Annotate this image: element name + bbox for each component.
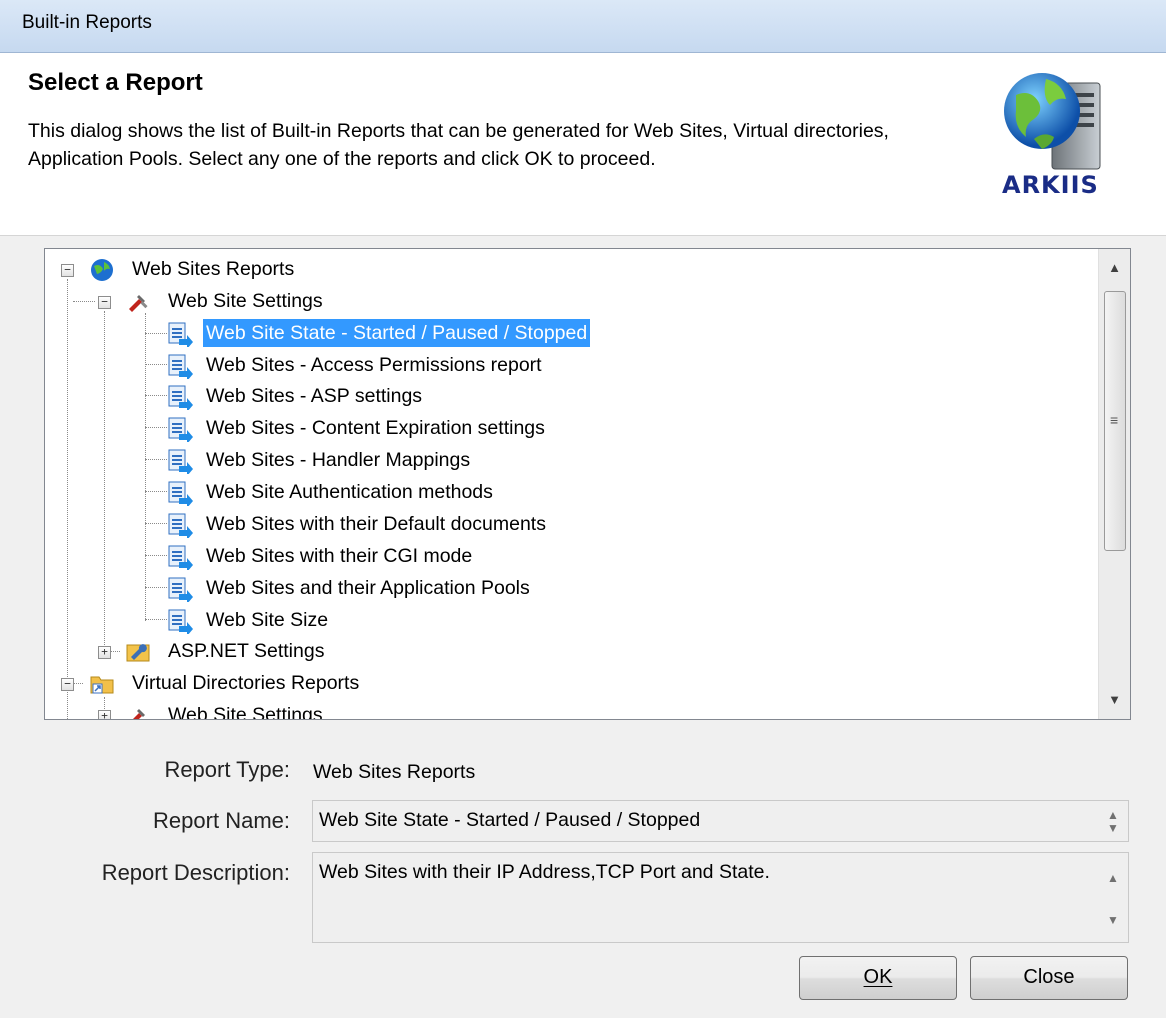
- tree-item-access-permissions[interactable]: Web Sites - Access Permissions report: [45, 351, 745, 381]
- report-type-label: Report Type:: [164, 757, 290, 782]
- report-icon: [167, 353, 193, 381]
- tree-node-label: Web Sites Reports: [132, 258, 295, 280]
- ok-button[interactable]: OK: [799, 956, 957, 1000]
- title-bar[interactable]: Built-in Reports: [0, 0, 1166, 53]
- name-field-scrollbar[interactable]: ▲ ▼: [1098, 801, 1128, 841]
- arkiis-logo: ARKIIS: [994, 65, 1124, 225]
- tree-node-vdir-web-site-settings[interactable]: + Web Site Settings: [45, 701, 445, 719]
- page-title: Select a Report: [28, 69, 203, 96]
- report-icon: [167, 448, 193, 476]
- report-description-value: Web Sites with their IP Address,TCP Port…: [319, 861, 770, 883]
- reports-tree[interactable]: − Web Sites Reports − Web Site Settings …: [44, 248, 1131, 720]
- report-icon: [167, 576, 193, 604]
- scroll-up-icon[interactable]: ▲: [1099, 253, 1130, 283]
- tree-node-aspnet-settings[interactable]: + ASP.NET Settings: [45, 637, 445, 667]
- scroll-thumb[interactable]: ≡: [1104, 291, 1126, 551]
- report-icon: [167, 384, 193, 412]
- logo-text: ARKIIS: [1002, 171, 1099, 199]
- window-title: Built-in Reports: [22, 12, 152, 33]
- dialog-header: Select a Report This dialog shows the li…: [0, 53, 1166, 236]
- tree-item-label: Web Sites - ASP settings: [206, 385, 423, 407]
- description-field-scrollbar[interactable]: ▲ ▼: [1098, 853, 1128, 942]
- tree-item-content-expiration[interactable]: Web Sites - Content Expiration settings: [45, 414, 745, 444]
- tools-icon: [125, 703, 151, 719]
- tree-node-web-sites-reports[interactable]: − Web Sites Reports: [45, 255, 445, 285]
- tree-item-label: Web Sites and their Application Pools: [206, 577, 530, 599]
- grip-icon: ≡: [1110, 412, 1119, 428]
- tree-item-web-site-size[interactable]: Web Site Size: [45, 606, 745, 636]
- close-button[interactable]: Close: [970, 956, 1128, 1000]
- tree-item-application-pools[interactable]: Web Sites and their Application Pools: [45, 574, 745, 604]
- built-in-reports-dialog: Built-in Reports Select a Report This di…: [0, 0, 1166, 1018]
- tree-item-default-documents[interactable]: Web Sites with their Default documents: [45, 510, 745, 540]
- folder-shortcut-icon: [89, 671, 115, 697]
- tree-item-label: Web Site Authentication methods: [206, 481, 493, 503]
- report-icon: [167, 321, 193, 349]
- tree-node-label: Web Site Settings: [168, 290, 323, 312]
- tree-node-virtual-directories-reports[interactable]: − Virtual Directories Reports: [45, 669, 465, 699]
- report-description-field[interactable]: Web Sites with their IP Address,TCP Port…: [312, 852, 1129, 943]
- report-description-label: Report Description:: [101, 860, 290, 885]
- tools-icon: [125, 289, 151, 315]
- dialog-description: This dialog shows the list of Built-in R…: [28, 120, 889, 170]
- globe-icon: [89, 257, 115, 283]
- tree-node-label: Virtual Directories Reports: [132, 672, 360, 694]
- report-name-label: Report Name:: [153, 808, 290, 833]
- scroll-down-icon[interactable]: ▼: [1098, 821, 1128, 835]
- scroll-down-icon[interactable]: ▼: [1098, 913, 1128, 927]
- report-icon: [167, 416, 193, 444]
- tree-item-label: Web Sites with their Default documents: [206, 513, 546, 535]
- tree-item-label: Web Site State - Started / Paused / Stop…: [203, 319, 591, 347]
- tree-node-web-site-settings[interactable]: − Web Site Settings: [45, 287, 445, 317]
- tree-node-label: Web Site Settings: [168, 704, 323, 719]
- tree-scrollbar[interactable]: ▲ ≡ ▼: [1098, 249, 1130, 719]
- tree-item-label: Web Sites - Access Permissions report: [206, 354, 542, 376]
- tree-item-authentication-methods[interactable]: Web Site Authentication methods: [45, 478, 745, 508]
- scroll-down-icon[interactable]: ▼: [1099, 685, 1130, 715]
- tree-item-cgi-mode[interactable]: Web Sites with their CGI mode: [45, 542, 745, 572]
- collapse-toggle[interactable]: −: [98, 296, 111, 309]
- scroll-up-icon[interactable]: ▲: [1098, 871, 1128, 885]
- report-name-field[interactable]: Web Site State - Started / Paused / Stop…: [312, 800, 1129, 842]
- report-icon: [167, 608, 193, 636]
- globe-server-icon: [1004, 73, 1101, 170]
- wrench-folder-icon: [125, 639, 151, 665]
- tree-item-label: Web Sites with their CGI mode: [206, 545, 473, 567]
- report-name-value: Web Site State - Started / Paused / Stop…: [319, 809, 701, 831]
- report-icon: [167, 544, 193, 572]
- report-type-value: Web Sites Reports: [313, 761, 476, 783]
- collapse-toggle[interactable]: −: [61, 678, 74, 691]
- expand-toggle[interactable]: +: [98, 646, 111, 659]
- close-button-label: Close: [1023, 966, 1075, 988]
- tree-item-label: Web Sites - Handler Mappings: [206, 449, 471, 471]
- tree-item-asp-settings[interactable]: Web Sites - ASP settings: [45, 382, 745, 412]
- report-icon: [167, 512, 193, 540]
- collapse-toggle[interactable]: −: [61, 264, 74, 277]
- tree-item-label: Web Sites - Content Expiration settings: [206, 417, 545, 439]
- tree-item-handler-mappings[interactable]: Web Sites - Handler Mappings: [45, 446, 745, 476]
- tree-node-label: ASP.NET Settings: [168, 640, 325, 662]
- tree-item-label: Web Site Size: [206, 609, 329, 631]
- scroll-up-icon[interactable]: ▲: [1098, 808, 1128, 822]
- expand-toggle[interactable]: +: [98, 710, 111, 719]
- tree-item-web-site-state[interactable]: Web Site State - Started / Paused / Stop…: [45, 319, 745, 349]
- report-icon: [167, 480, 193, 508]
- ok-button-label: OK: [863, 966, 893, 988]
